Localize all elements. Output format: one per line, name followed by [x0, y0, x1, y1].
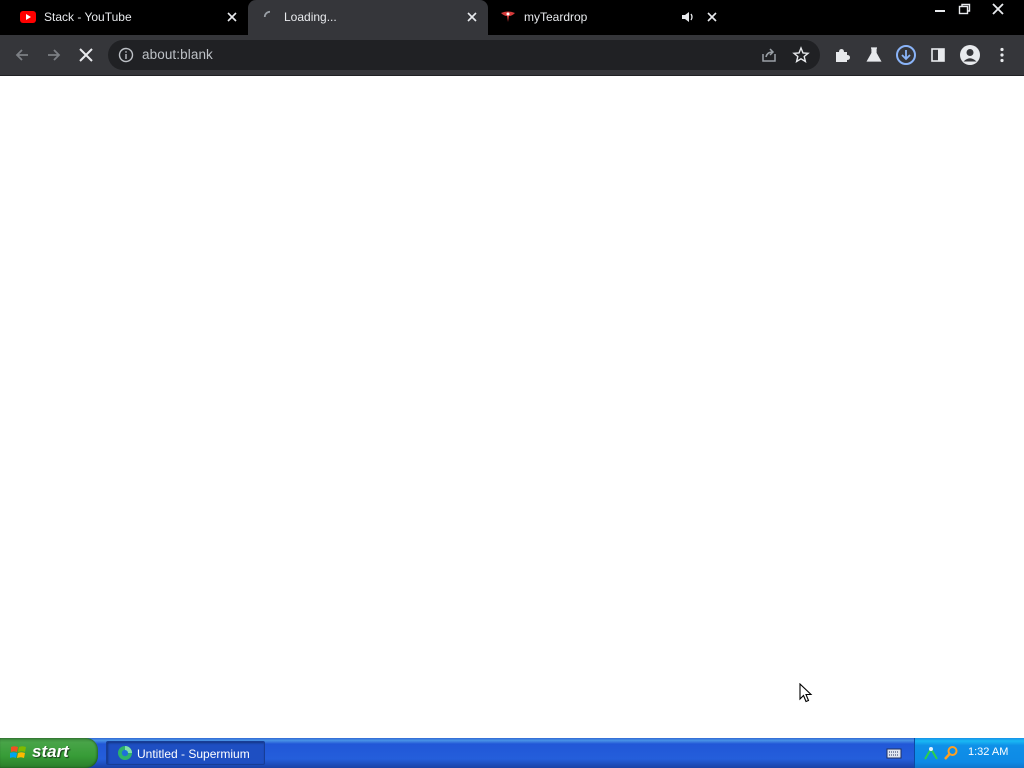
share-icon[interactable] — [760, 46, 778, 64]
flask-icon — [866, 47, 882, 62]
clock[interactable]: 1:32 AM — [968, 746, 1008, 758]
side-panel-button[interactable] — [926, 43, 950, 67]
side-panel-icon — [931, 48, 945, 62]
address-text[interactable]: about:blank — [142, 47, 213, 62]
audio-playing-icon[interactable] — [680, 9, 696, 25]
system-tray: 1:32 AM — [914, 738, 1024, 768]
info-icon[interactable] — [118, 47, 134, 63]
avatar-icon — [960, 45, 980, 65]
profile-button[interactable] — [958, 43, 982, 67]
start-button[interactable]: start — [0, 738, 98, 768]
supermium-icon — [118, 746, 132, 760]
labs-button[interactable] — [862, 43, 886, 67]
tab-title: myTeardrop — [524, 10, 588, 24]
puzzle-icon — [836, 49, 850, 62]
taskbar-window-button[interactable]: Untitled - Supermium — [106, 741, 265, 765]
tab-loading[interactable]: Loading... — [248, 0, 488, 35]
arrow-right-icon — [48, 49, 61, 61]
download-icon — [896, 45, 916, 65]
close-tab-icon[interactable] — [224, 9, 240, 25]
loading-spinner-icon — [263, 10, 271, 18]
tab-myteardrop[interactable]: myTeardrop — [488, 0, 728, 35]
tab-title: Stack - YouTube — [44, 10, 132, 24]
forward-button[interactable] — [42, 43, 66, 67]
mouse-cursor-icon — [799, 683, 813, 703]
close-window-icon[interactable] — [987, 1, 1009, 17]
tab-strip: Stack - YouTube Loading... myTeardrop — [0, 0, 1024, 35]
network-icon[interactable] — [923, 745, 939, 761]
stop-loading-button[interactable] — [74, 43, 98, 67]
browser-toolbar: about:blank — [0, 35, 1024, 76]
keyboard-icon[interactable] — [886, 746, 902, 760]
arrow-left-icon — [15, 49, 28, 61]
restore-icon[interactable] — [953, 1, 975, 17]
close-tab-icon[interactable] — [704, 9, 720, 25]
menu-button[interactable] — [990, 43, 1014, 67]
downloads-button[interactable] — [894, 43, 918, 67]
bookmark-star-icon[interactable] — [792, 46, 810, 64]
minimize-icon[interactable] — [929, 1, 951, 17]
address-bar[interactable]: about:blank — [108, 40, 820, 70]
youtube-icon — [20, 11, 36, 23]
start-label: start — [32, 742, 69, 761]
close-tab-icon[interactable] — [464, 9, 480, 25]
tab-youtube[interactable]: Stack - YouTube — [0, 0, 248, 35]
teardrop-site-icon — [501, 11, 515, 22]
back-button[interactable] — [10, 43, 34, 67]
taskbar-window-label: Untitled - Supermium — [137, 747, 250, 761]
taskbar: start Untitled - Supermium 1:32 AM — [0, 738, 1024, 768]
tab-title: Loading... — [284, 10, 337, 24]
extensions-button[interactable] — [830, 43, 854, 67]
windows-logo-icon — [10, 746, 26, 758]
search-icon[interactable] — [943, 745, 959, 761]
more-vertical-icon — [1000, 47, 1004, 63]
stop-icon — [79, 48, 93, 62]
page-viewport[interactable] — [0, 77, 1024, 738]
